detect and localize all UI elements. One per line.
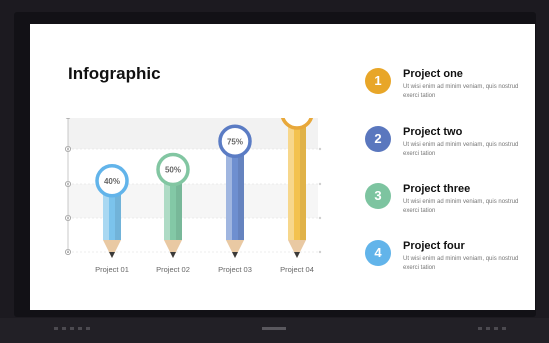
legend-description: Ut wisi enim ad minim veniam, quis nostr… <box>403 256 519 271</box>
gridline-end-dot <box>318 147 322 151</box>
x-tick-label: Project 03 <box>218 265 252 274</box>
x-tick-label: Project 04 <box>280 265 314 274</box>
bar-pencil-highlight <box>164 179 170 240</box>
legend-title: Project four <box>403 240 465 252</box>
presentation-slide: Infographic 40% Project 01 50% Project 02 75… <box>30 24 535 310</box>
legend-item-3: 3 Project three Ut wisi enim ad minim ve… <box>365 183 525 227</box>
legend-description: Ut wisi enim ad minim veniam, quis nostr… <box>403 84 519 99</box>
bar-value-label: 40% <box>104 177 120 186</box>
bar-pencil-highlight <box>226 151 232 240</box>
badge-number-icon: 2 <box>365 126 391 152</box>
bar-pencil-shade <box>176 179 182 240</box>
grid-band <box>68 118 318 149</box>
gridline-end-dot <box>318 182 322 186</box>
legend-description: Ut wisi enim ad minim veniam, quis nostr… <box>403 199 519 214</box>
bar-value-label: 50% <box>165 166 181 175</box>
slide-title: Infographic <box>68 64 161 83</box>
bar-pencil-shade <box>115 190 121 240</box>
x-tick-label: Project 01 <box>95 265 129 274</box>
legend-title: Project two <box>403 126 463 138</box>
legend-item-4: 4 Project four Ut wisi enim ad minim ven… <box>365 240 525 284</box>
badge-number-icon: 4 <box>365 240 391 266</box>
bar-value-label: 75% <box>227 137 243 146</box>
bar-pencil-shade <box>238 151 244 240</box>
legend-title: Project three <box>403 183 471 195</box>
bar-pencil-lead <box>294 252 300 258</box>
legend-item-1: 1 Project one Ut wisi enim ad minim veni… <box>365 68 525 112</box>
legend-description: Ut wisi enim ad minim veniam, quis nostr… <box>403 142 519 157</box>
badge-number-icon: 1 <box>365 68 391 94</box>
bar-pencil-lead <box>170 252 176 258</box>
bar-pencil-shade <box>300 123 306 240</box>
indicator-lights <box>54 327 90 332</box>
pencil-chart: 40%Project 0150%Project 0275%Project 031… <box>65 118 322 274</box>
bar-pencil-lead <box>109 252 115 258</box>
legend-item-2: 2 Project two Ut wisi enim ad minim veni… <box>365 126 525 170</box>
legend-title: Project one <box>403 68 463 80</box>
badge-number-icon: 3 <box>365 183 391 209</box>
gridline-end-dot <box>318 216 322 220</box>
monitor-brand-mark <box>262 327 286 330</box>
bar-pencil-highlight <box>103 190 109 240</box>
control-buttons[interactable] <box>478 327 506 332</box>
gridline-end-dot <box>318 250 322 254</box>
x-tick-label: Project 02 <box>156 265 190 274</box>
bar-pencil-highlight <box>288 123 294 240</box>
bar-pencil-lead <box>232 252 238 258</box>
